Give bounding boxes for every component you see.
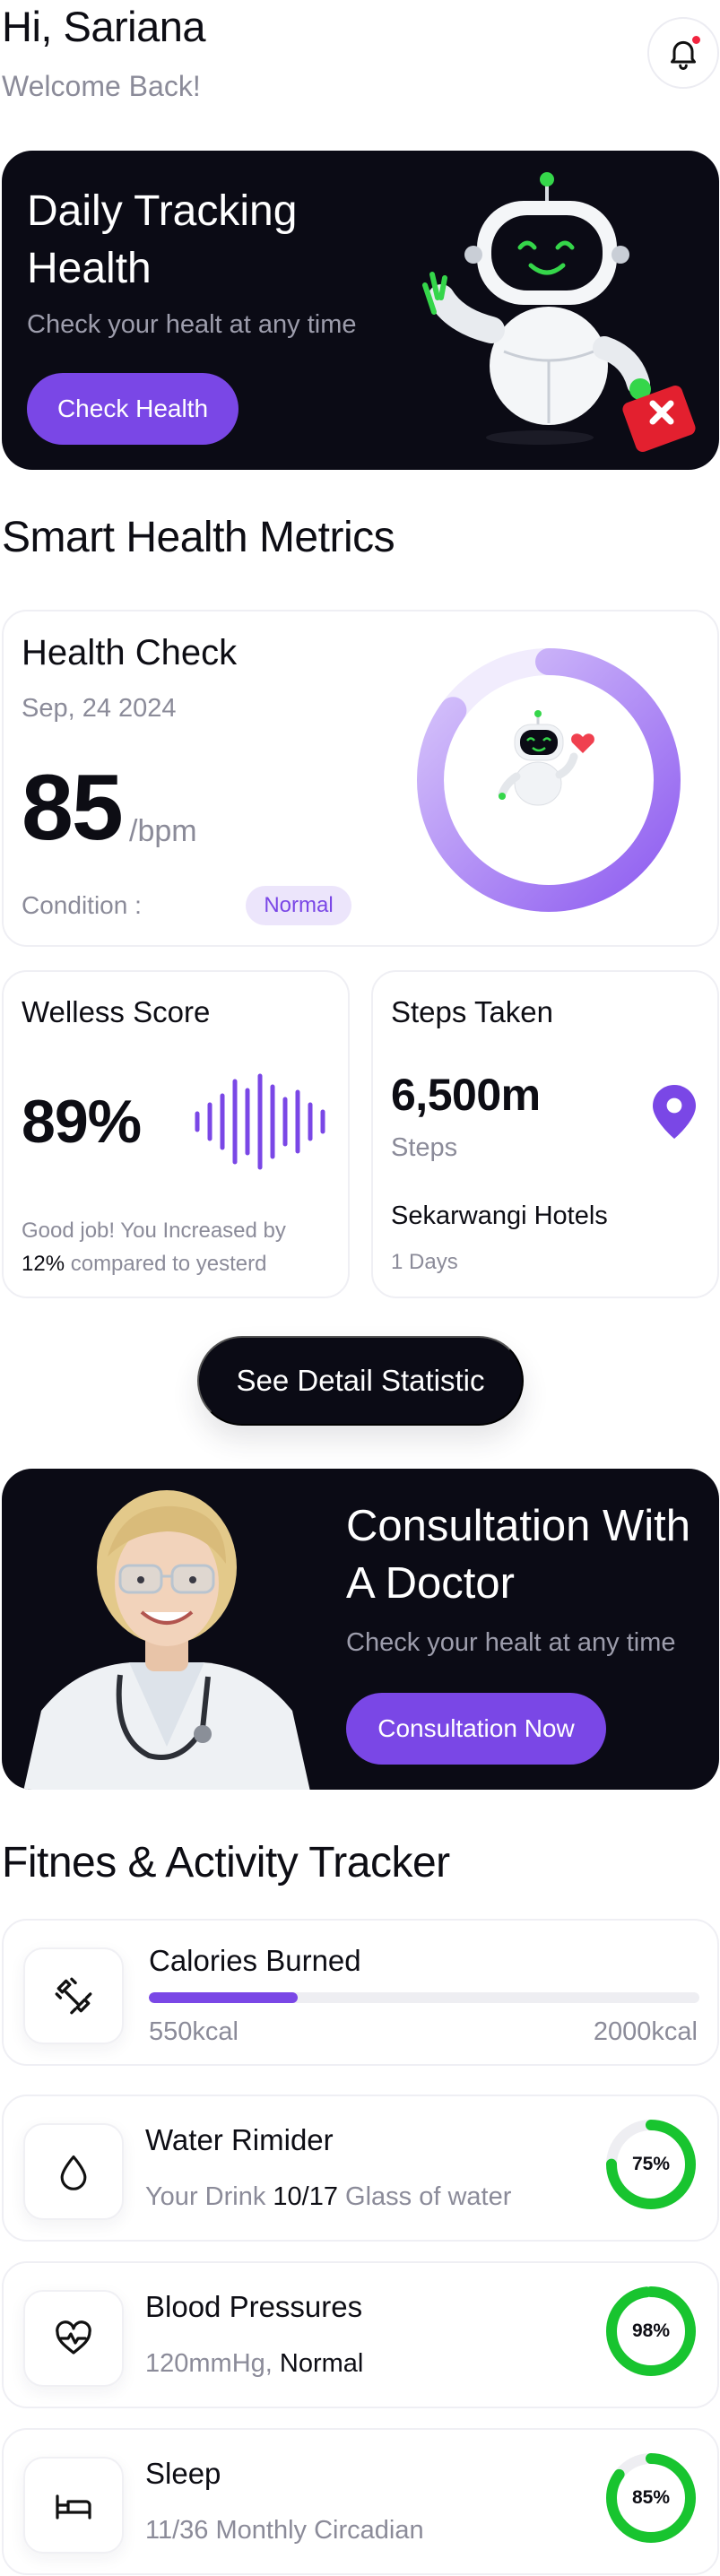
blood-pressure-title: Blood Pressures: [145, 2290, 363, 2323]
metrics-section-title: Smart Health Metrics: [2, 514, 395, 561]
calories-goal: 2000kcal: [593, 2017, 698, 2046]
water-drop-icon: [60, 2155, 87, 2190]
hero-title: Daily Tracking Health: [27, 187, 298, 292]
sleep-subtitle: 11/36 Monthly Circadian: [145, 2516, 424, 2545]
location-pin-icon: [653, 1085, 696, 1139]
hero-subtitle: Check your healt at any time: [27, 310, 357, 339]
steps-unit: Steps: [391, 1133, 458, 1162]
consultation-subtitle: Check your healt at any time: [346, 1628, 676, 1657]
calories-progress-fill: [149, 1992, 298, 2003]
blood-percent: 98%: [631, 2320, 671, 2341]
water-sub-suffix: Glass of water: [345, 2182, 512, 2211]
heart-rate-value: 85: [22, 756, 124, 860]
water-sub-value: 10/17: [273, 2182, 338, 2211]
heart-rate-unit: /bpm: [129, 814, 197, 848]
doctor-photo: [23, 1490, 310, 1790]
steps-place: Sekarwangi Hotels: [391, 1201, 608, 1230]
dumbbell-icon-tile: [23, 1947, 124, 2044]
wellness-title: Welless Score: [22, 995, 211, 1028]
sleep-title: Sleep: [145, 2457, 221, 2490]
notification-dot: [690, 34, 702, 46]
consultation-card: Consultation With A Doctor Check your he…: [2, 1469, 719, 1790]
greeting: Hi, Sariana: [2, 3, 206, 50]
condition-label: Condition :: [22, 891, 142, 919]
health-check-card[interactable]: Health Check Sep, 24 2024 85 /bpm Condit…: [2, 610, 719, 947]
steps-taken-card[interactable]: Steps Taken 6,500m Steps Sekarwangi Hote…: [371, 970, 719, 1298]
daily-tracking-card: Daily Tracking Health Check your healt a…: [2, 151, 719, 470]
wellness-note-prefix: Good job! You Increased by: [22, 1219, 286, 1243]
bed-icon: [56, 2494, 91, 2520]
sleep-card[interactable]: Sleep 11/36 Monthly Circadian 85%: [2, 2428, 719, 2575]
see-detail-statistic-button[interactable]: See Detail Statistic: [197, 1336, 524, 1426]
health-check-title: Health Check: [22, 633, 238, 672]
calories-title: Calories Burned: [149, 1944, 361, 1977]
calories-progress-bar: [149, 1992, 699, 2003]
sound-wave-icon: [195, 1073, 325, 1170]
condition-badge: Normal: [246, 886, 351, 925]
blood-sub-prefix: 120mmHg,: [145, 2349, 273, 2378]
steps-title: Steps Taken: [391, 995, 554, 1028]
tracker-section-title: Fitnes & Activity Tracker: [2, 1839, 450, 1886]
wellness-score-card[interactable]: Welless Score 89% Good job! You Increase…: [2, 970, 350, 1298]
heart-pulse-icon-tile: [23, 2290, 124, 2387]
robot-illustration: [422, 172, 696, 452]
water-percent: 75%: [631, 2154, 671, 2174]
calories-burned-card[interactable]: Calories Burned 550kcal 2000kcal: [2, 1919, 719, 2066]
blood-sub-value: Normal: [279, 2349, 364, 2378]
sleep-percent: 85%: [631, 2487, 671, 2508]
health-gauge: [417, 648, 681, 912]
water-reminder-card[interactable]: Water Rimider Your Drink 10/17 Glass of …: [2, 2095, 719, 2242]
heart-pulse-icon: [56, 2320, 91, 2355]
water-drop-icon-tile: [23, 2123, 124, 2220]
calories-current: 550kcal: [149, 2017, 239, 2046]
wellness-note-suffix: compared to yesterd: [70, 1252, 267, 1276]
consultation-now-button[interactable]: Consultation Now: [346, 1693, 606, 1765]
water-title: Water Rimider: [145, 2123, 334, 2156]
steps-duration: 1 Days: [391, 1250, 458, 1274]
wellness-note: Good job! You Increased by 12% compared …: [22, 1214, 326, 1280]
bed-icon-tile: [23, 2457, 124, 2554]
dumbbell-icon: [55, 1977, 92, 2015]
wellness-note-highlight: 12%: [22, 1252, 65, 1276]
steps-value: 6,500m: [391, 1070, 541, 1120]
check-health-button[interactable]: Check Health: [27, 373, 239, 445]
welcome-subtitle: Welcome Back!: [2, 70, 201, 102]
wellness-value: 89%: [22, 1088, 142, 1156]
blood-pressure-card[interactable]: Blood Pressures 120mmHg, Normal 98%: [2, 2261, 719, 2408]
water-sub-prefix: Your Drink: [145, 2182, 266, 2211]
notification-button[interactable]: [647, 17, 719, 89]
blood-pressure-subtitle: 120mmHg, Normal: [145, 2349, 363, 2379]
water-subtitle: Your Drink 10/17 Glass of water: [145, 2182, 511, 2212]
health-check-date: Sep, 24 2024: [22, 694, 177, 723]
consultation-title: Consultation With A Doctor: [346, 1502, 691, 1608]
